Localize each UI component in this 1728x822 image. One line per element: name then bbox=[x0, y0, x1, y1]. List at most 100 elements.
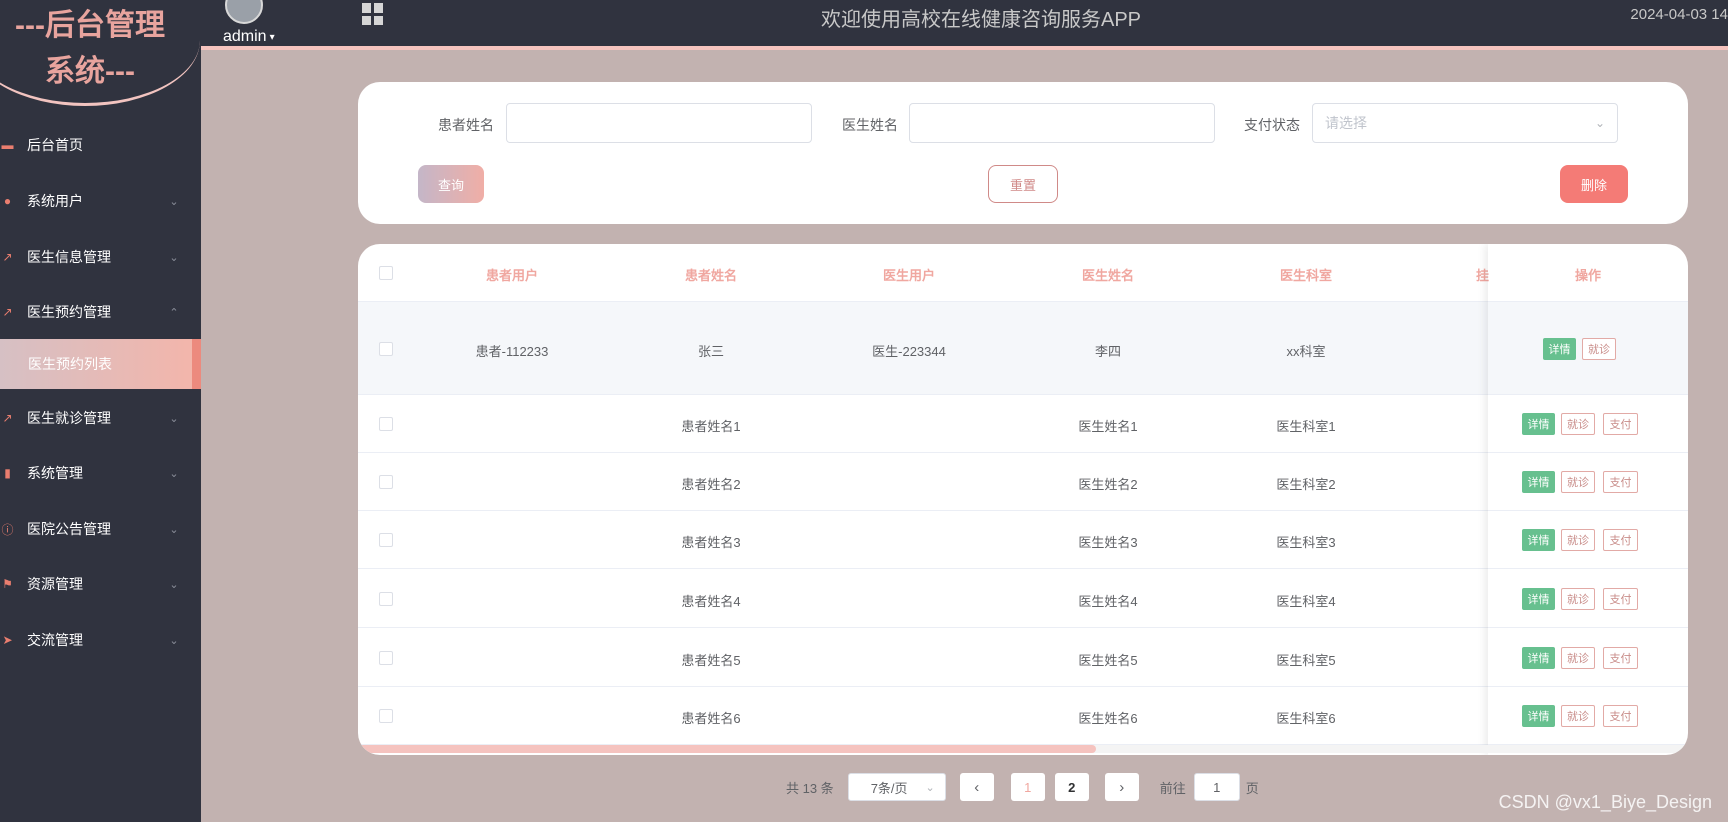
visit-button[interactable]: 就诊 bbox=[1561, 471, 1595, 493]
cell-doctor-name: 医生姓名4 bbox=[1078, 594, 1138, 609]
visit-button[interactable]: 就诊 bbox=[1561, 647, 1595, 669]
cell-patient-name: 张三 bbox=[697, 343, 724, 359]
pay-status-placeholder: 请选择 bbox=[1325, 115, 1367, 131]
grid-menu-icon[interactable] bbox=[362, 3, 384, 25]
row-checkbox[interactable] bbox=[379, 709, 393, 723]
chevron-up-icon: ⌃ bbox=[169, 306, 179, 319]
operation-column: 操作 详情 就诊 详情 就诊 支付 详情 就诊 支付 详情 就诊 支付 详情 就诊 支付 详情 就诊 支付 详情就… bbox=[1488, 244, 1688, 755]
visit-button[interactable]: 就诊 bbox=[1561, 588, 1595, 610]
sidebar-item-label: 系统管理 bbox=[27, 465, 83, 481]
row-checkbox[interactable] bbox=[379, 417, 393, 431]
sidebar-item-6[interactable]: ⓘ 医院公告管理 ⌄ bbox=[0, 501, 201, 557]
row-checkbox[interactable] bbox=[379, 475, 393, 489]
data-table: 患者用户 患者姓名 医生用户 医生姓名 医生科室 挂 患者-112233 张三 医生… bbox=[358, 244, 1688, 755]
chevron-down-icon: ⌄ bbox=[169, 523, 179, 536]
next-page-button[interactable]: › bbox=[1104, 773, 1139, 801]
sidebar-item-1[interactable]: ● 系统用户 ⌄ bbox=[0, 173, 201, 229]
cell-doctor-user: 医生-223344 bbox=[872, 343, 946, 359]
active-indicator bbox=[192, 339, 201, 389]
datetime: 2024-04-03 14 bbox=[1630, 6, 1728, 23]
brand-title-line2: 系统--- bbox=[45, 55, 135, 88]
sidebar-subitem-appointment-list[interactable]: 医生预约列表 bbox=[0, 339, 201, 389]
send-icon: ➤ bbox=[2, 633, 13, 647]
pay-status-label: 支付状态 bbox=[1244, 117, 1300, 133]
reset-button[interactable]: 重置 bbox=[988, 165, 1058, 203]
pay-button[interactable]: 支付 bbox=[1603, 471, 1638, 493]
goto-page-input[interactable]: 1 bbox=[1193, 773, 1240, 801]
cell-patient-name: 患者姓名1 bbox=[681, 419, 741, 434]
pay-button[interactable]: 支付 bbox=[1603, 705, 1638, 727]
pay-status-select[interactable]: 请选择 ⌄ bbox=[1312, 103, 1618, 143]
header-actions: 操作 bbox=[1538, 265, 1638, 284]
visit-button[interactable]: 就诊 bbox=[1561, 529, 1595, 551]
cell-patient-name: 患者姓名2 bbox=[681, 477, 741, 492]
sidebar-item-label: 资源管理 bbox=[27, 576, 83, 592]
doctor-name-input[interactable] bbox=[909, 103, 1215, 143]
sidebar-item-label: 医生就诊管理 bbox=[27, 410, 111, 426]
sidebar-item-2[interactable]: ↗ 医生信息管理 ⌄ bbox=[0, 229, 201, 285]
chart-icon: ↗ bbox=[2, 250, 13, 264]
sidebar-item-3[interactable]: ↗ 医生预约管理 ⌃ bbox=[0, 284, 201, 340]
row-checkbox[interactable] bbox=[379, 651, 393, 665]
cell-patient-name: 患者姓名6 bbox=[681, 711, 741, 726]
page-size-select[interactable]: 7条/页 ⌄ bbox=[847, 773, 946, 801]
cell-dept: xx科室 bbox=[1286, 343, 1326, 359]
detail-button[interactable]: 详情 bbox=[1522, 588, 1555, 610]
chart-icon: ↗ bbox=[2, 305, 13, 319]
pay-button[interactable]: 支付 bbox=[1603, 413, 1638, 435]
row-checkbox[interactable] bbox=[379, 592, 393, 606]
cell-doctor-name: 医生姓名2 bbox=[1078, 477, 1138, 492]
pay-button[interactable]: 支付 bbox=[1603, 647, 1638, 669]
delete-button[interactable]: 删除 bbox=[1560, 165, 1628, 203]
detail-button[interactable]: 详情 bbox=[1522, 529, 1555, 551]
detail-button[interactable]: 详情 bbox=[1522, 471, 1555, 493]
select-all-checkbox[interactable] bbox=[379, 266, 393, 280]
visit-button[interactable]: 就诊 bbox=[1561, 413, 1595, 435]
detail-button[interactable]: 详情 bbox=[1522, 705, 1555, 727]
page-number-2[interactable]: 2 bbox=[1054, 773, 1089, 801]
header-patient-user: 患者用户 bbox=[485, 268, 538, 283]
pay-button[interactable]: 支付 bbox=[1603, 529, 1638, 551]
pay-button[interactable]: 支付 bbox=[1603, 588, 1638, 610]
avatar[interactable] bbox=[225, 0, 263, 24]
sidebar-item-5[interactable]: ▮ 系统管理 ⌄ bbox=[0, 445, 201, 501]
scrollbar-thumb[interactable] bbox=[358, 745, 1096, 753]
patient-name-input[interactable] bbox=[506, 103, 812, 143]
sidebar-item-8[interactable]: ➤ 交流管理 ⌄ bbox=[0, 612, 201, 668]
page-number-1[interactable]: 1 bbox=[1010, 773, 1045, 801]
sidebar-item-4[interactable]: ↗ 医生就诊管理 ⌄ bbox=[0, 390, 201, 446]
cell-dept: 医生科室1 bbox=[1276, 419, 1336, 434]
chevron-right-icon: › bbox=[1119, 778, 1125, 796]
query-button[interactable]: 查询 bbox=[418, 165, 484, 203]
prev-page-button[interactable]: ‹ bbox=[959, 773, 994, 801]
cell-doctor-name: 医生姓名5 bbox=[1078, 653, 1138, 668]
chart-icon: ↗ bbox=[2, 411, 13, 425]
search-panel: 患者姓名 医生姓名 支付状态 请选择 ⌄ 查询 重置 删除 bbox=[358, 82, 1688, 224]
monitor-icon: ▬ bbox=[1, 138, 14, 152]
detail-button[interactable]: 详情 bbox=[1543, 337, 1576, 360]
sidebar-item-0[interactable]: ▬ 后台首页 bbox=[0, 117, 201, 173]
cell-patient-name: 患者姓名3 bbox=[681, 535, 741, 550]
user-dropdown[interactable]: admin ▾ bbox=[223, 28, 275, 46]
detail-button[interactable]: 详情 bbox=[1522, 647, 1555, 669]
chevron-down-icon: ▾ bbox=[269, 31, 275, 43]
brand-title-line1: ---后台管理 bbox=[15, 9, 165, 42]
header-patient-name: 患者姓名 bbox=[684, 268, 737, 283]
sidebar: ---后台管理 系统--- ▬ 后台首页 ● 系统用户 ⌄ ↗ 医生信息管理 ⌄ ↗ 医生预约管理… bbox=[0, 0, 201, 822]
sidebar-item-label: 医生预约管理 bbox=[27, 304, 111, 320]
chevron-down-icon: ⌄ bbox=[169, 467, 179, 480]
cell-dept: 医生科室4 bbox=[1276, 594, 1336, 609]
visit-button[interactable]: 就诊 bbox=[1582, 337, 1616, 360]
chevron-left-icon: ‹ bbox=[974, 778, 980, 796]
detail-button[interactable]: 详情 bbox=[1522, 413, 1555, 435]
horizontal-scrollbar[interactable] bbox=[358, 745, 1688, 753]
header-doctor-user: 医生用户 bbox=[882, 268, 935, 283]
sidebar-item-7[interactable]: ⚑ 资源管理 ⌄ bbox=[0, 556, 201, 612]
chevron-down-icon: ⌄ bbox=[169, 251, 179, 264]
cell-doctor-name: 医生姓名6 bbox=[1078, 711, 1138, 726]
row-checkbox[interactable] bbox=[379, 533, 393, 547]
row-checkbox[interactable] bbox=[379, 341, 393, 356]
header-doctor-name: 医生姓名 bbox=[1081, 268, 1134, 283]
goto-label: 前往 bbox=[1159, 780, 1186, 796]
visit-button[interactable]: 就诊 bbox=[1561, 705, 1595, 727]
